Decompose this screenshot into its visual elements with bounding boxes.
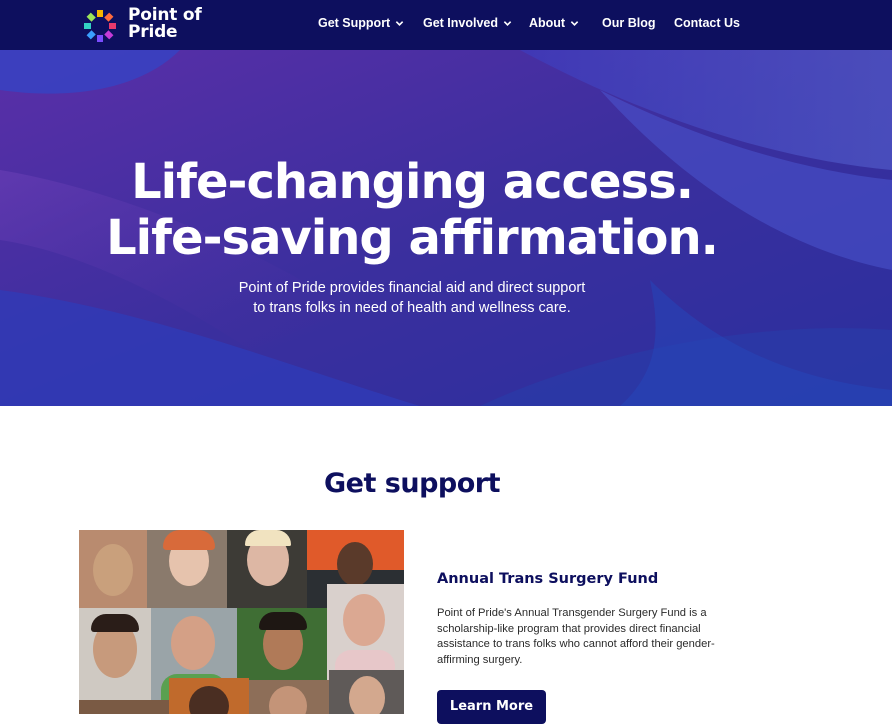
photo-tile (227, 530, 307, 610)
card-title-surgery-fund: Annual Trans Surgery Fund (437, 571, 659, 587)
hero-title-line1: Life-changing access. (131, 154, 694, 210)
hero-banner: Life-changing access. Life-saving affirm… (0, 50, 892, 406)
nav-contact-us-label: Contact Us (674, 16, 740, 30)
card-description: Point of Pride's Annual Transgender Surg… (437, 607, 715, 666)
chevron-down-icon (395, 20, 404, 26)
nav-our-blog[interactable]: Our Blog (602, 16, 655, 30)
learn-more-button[interactable]: Learn More (437, 690, 546, 724)
nav-get-support-label: Get Support (318, 16, 391, 30)
hero-subtitle-line2: to trans folks in need of health and wel… (253, 300, 571, 316)
section-title-get-support: Get support (324, 468, 501, 499)
photo-tile (169, 678, 249, 714)
photo-tile (79, 530, 147, 610)
point-of-pride-logo-icon (84, 10, 116, 42)
nav-contact-us[interactable]: Contact Us (674, 16, 740, 30)
nav-get-involved[interactable]: Get Involved (423, 16, 512, 30)
photo-tile (79, 700, 169, 714)
photo-tile (147, 530, 227, 608)
logo[interactable]: Point of Pride (80, 4, 210, 46)
nav-get-support[interactable]: Get Support (318, 16, 404, 30)
nav-about[interactable]: About (529, 16, 579, 30)
logo-wordmark: Point of Pride (128, 7, 202, 41)
nav-about-label: About (529, 16, 566, 30)
hero-title-line2: Life-saving affirmation. (106, 210, 719, 266)
photo-tile (329, 670, 404, 714)
photo-tile (249, 680, 329, 714)
logo-text-line2: Pride (128, 22, 178, 42)
chevron-down-icon (503, 20, 512, 26)
nav-get-involved-label: Get Involved (423, 16, 499, 30)
top-navigation-bar: Point of Pride Get Support Get Involved … (0, 0, 892, 50)
nav-our-blog-label: Our Blog (602, 16, 656, 30)
participants-photo-collage (79, 530, 404, 714)
photo-tile (79, 608, 151, 704)
hero-subtitle-line1: Point of Pride provides financial aid an… (238, 280, 586, 296)
chevron-down-icon (570, 20, 579, 26)
